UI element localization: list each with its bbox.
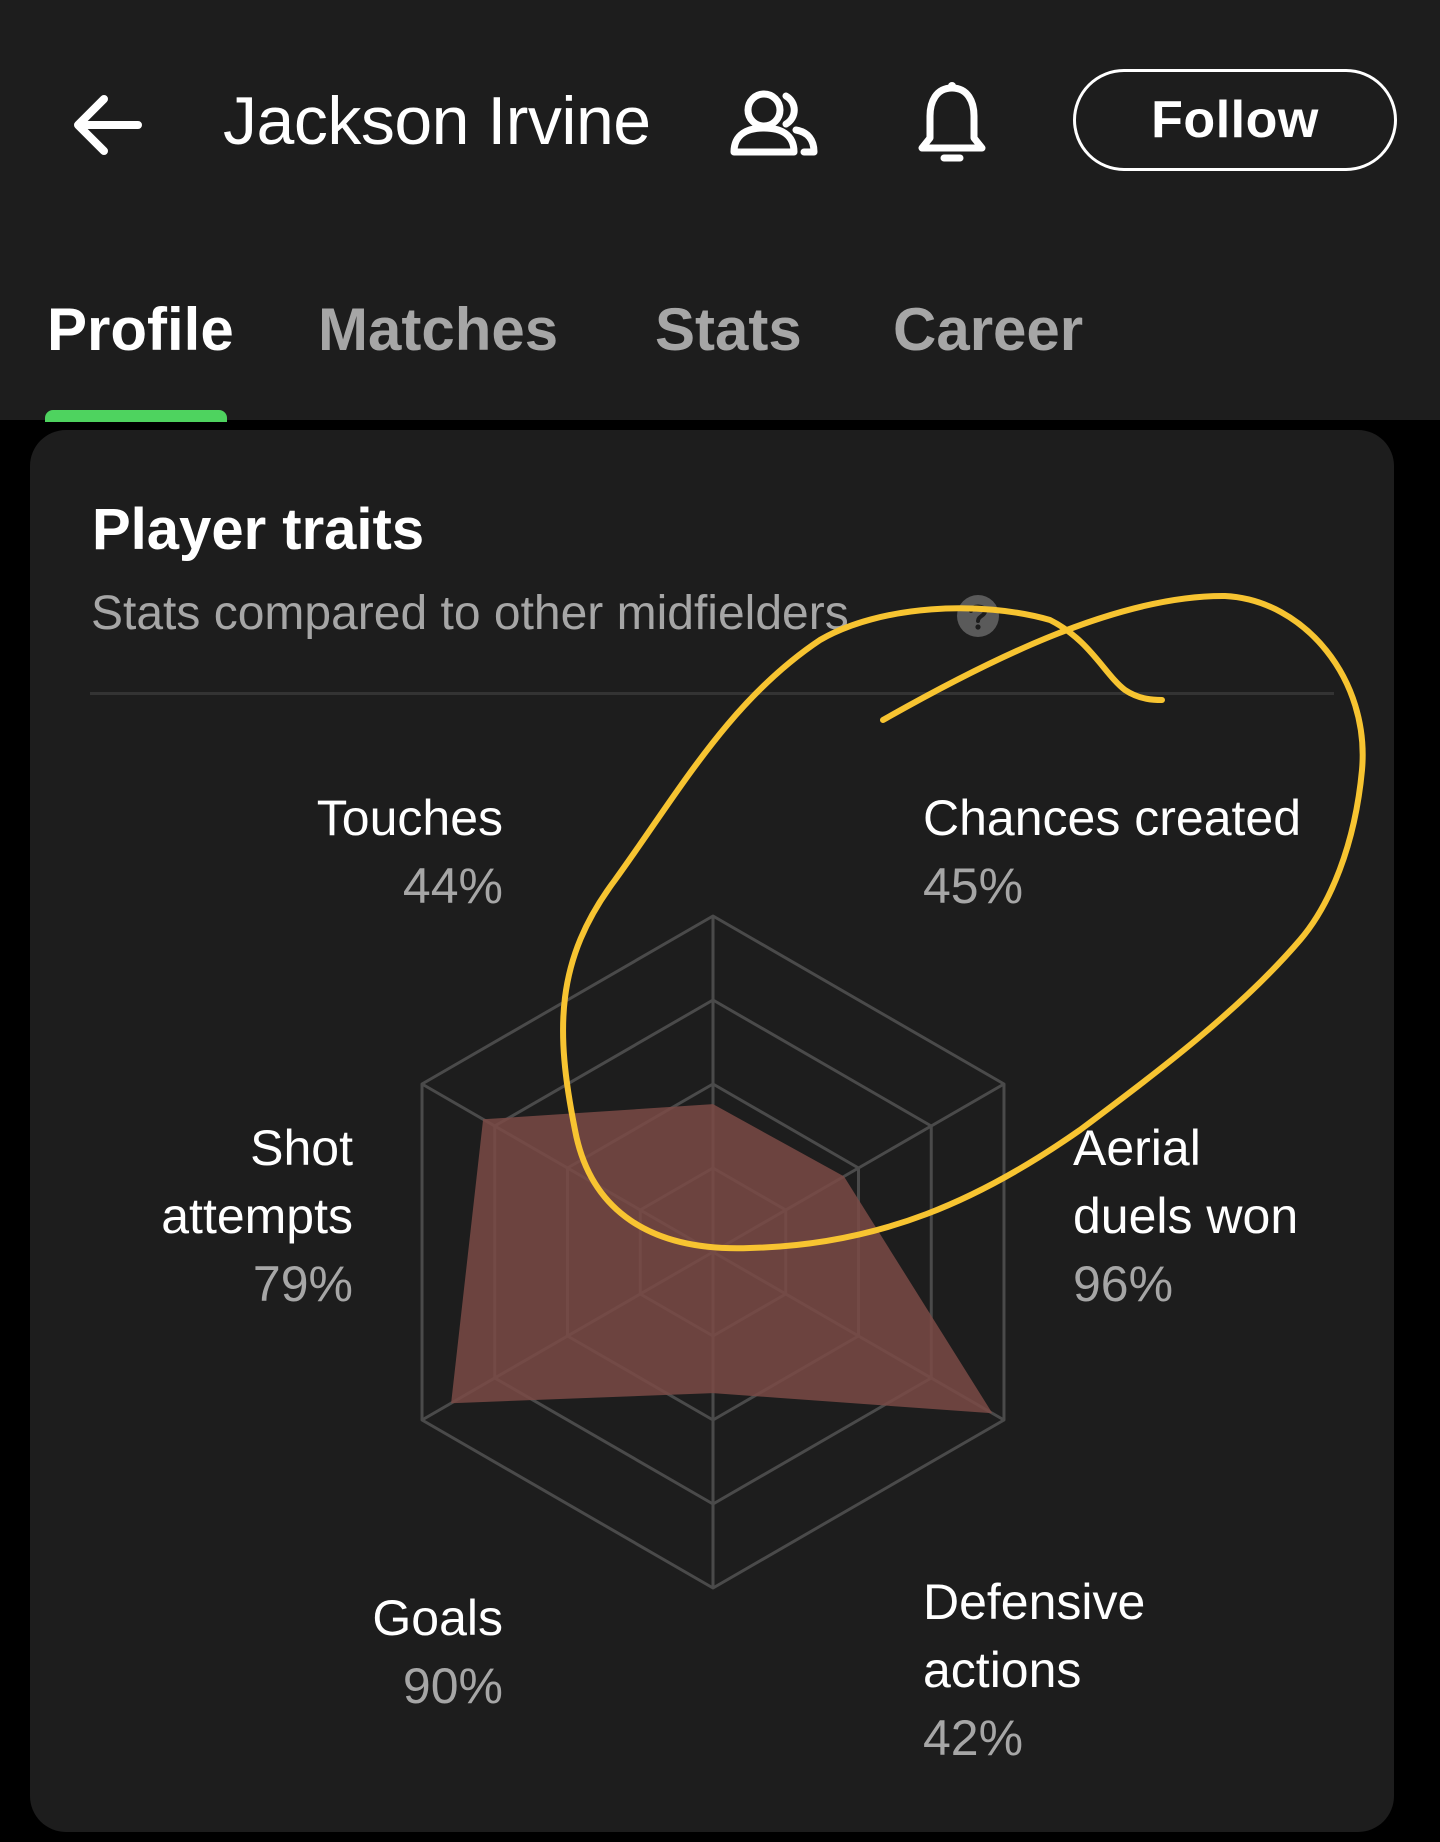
trait-goals: Goals 90% [240, 1584, 503, 1720]
team-button[interactable] [724, 80, 824, 170]
trait-percentage: 44% [402, 858, 503, 914]
trait-name: Chances created [923, 790, 1302, 846]
trait-name-line2: actions [923, 1642, 1082, 1698]
trait-shot-attempts: Shot attempts 79% [100, 1114, 353, 1318]
help-glyph [957, 595, 999, 637]
trait-percentage: 42% [923, 1710, 1024, 1766]
tab-profile[interactable]: Profile [47, 290, 234, 370]
trait-name-line1: Shot [250, 1120, 353, 1176]
tab-bar: Profile Matches Stats Career [0, 290, 1440, 420]
notifications-button[interactable] [912, 76, 992, 176]
tab-stats[interactable]: Stats [655, 290, 802, 370]
divider [90, 692, 1334, 695]
card-subtitle: Stats compared to other midfielders [91, 587, 849, 640]
people-icon [730, 90, 818, 156]
player-name: Jackson Irvine [223, 83, 651, 159]
question-circle-icon[interactable] [956, 594, 1000, 638]
back-arrow-icon [74, 95, 142, 155]
trait-name: Touches [316, 790, 503, 846]
trait-percentage: 90% [402, 1658, 503, 1714]
trait-name: Goals [372, 1590, 503, 1646]
trait-name-line1: Defensive [923, 1574, 1146, 1630]
trait-chances-created: Chances created 45% [923, 784, 1343, 920]
trait-name-line2: attempts [161, 1188, 353, 1244]
trait-name-line1: Aerial [1073, 1120, 1201, 1176]
tab-career[interactable]: Career [893, 290, 1083, 370]
card-title: Player traits [92, 497, 425, 562]
trait-touches: Touches 44% [240, 784, 503, 920]
active-tab-indicator [45, 410, 227, 422]
back-button[interactable] [60, 80, 150, 170]
tab-matches[interactable]: Matches [318, 290, 558, 370]
trait-name-line2: duels won [1073, 1188, 1299, 1244]
bell-icon [918, 82, 986, 162]
trait-defensive-actions: Defensive actions 42% [923, 1568, 1243, 1772]
trait-percentage: 96% [1073, 1256, 1174, 1312]
trait-percentage: 79% [252, 1256, 353, 1312]
trait-percentage: 45% [923, 858, 1024, 914]
follow-button[interactable]: Follow [1073, 69, 1397, 171]
trait-aerial-duels-won: Aerial duels won 96% [1073, 1114, 1393, 1318]
